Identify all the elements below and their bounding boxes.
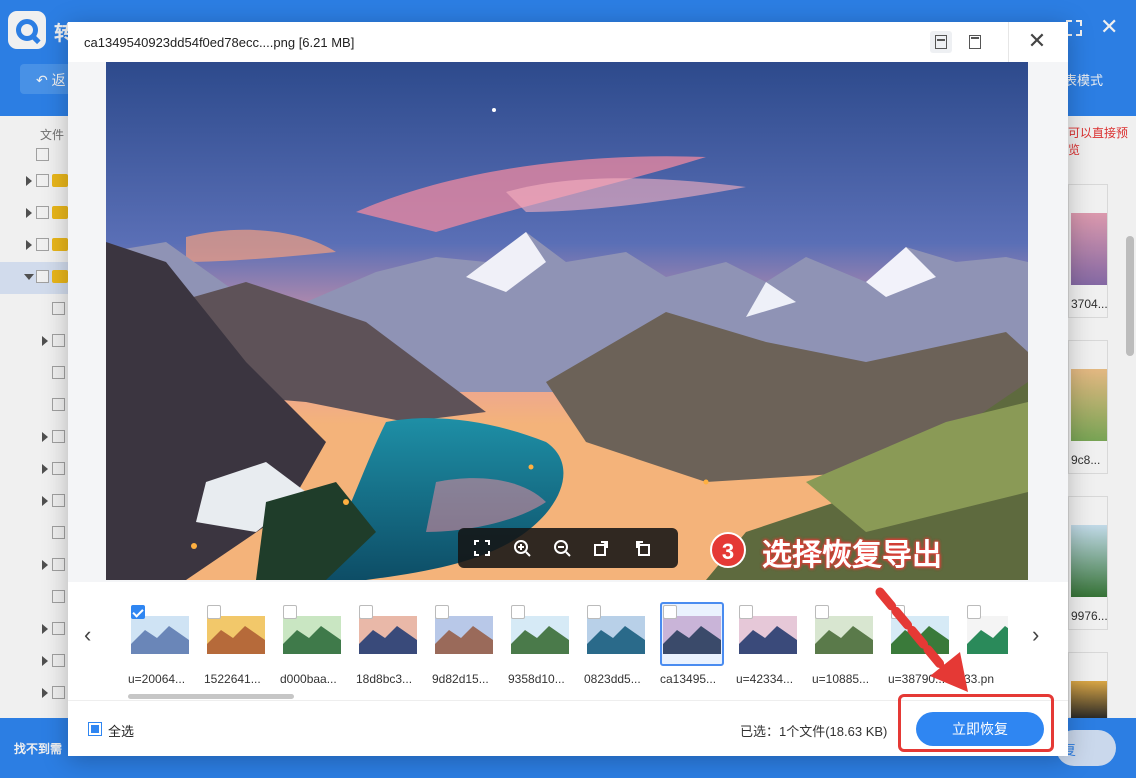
thumbnail-checkbox[interactable] [283, 605, 297, 619]
next-icon[interactable]: › [1032, 622, 1039, 648]
file-info-icon[interactable] [930, 31, 952, 53]
thumbnail-item[interactable]: 33.pn [964, 602, 1008, 686]
step-badge: 3 [710, 532, 746, 568]
step-instruction: 选择恢复导出 [762, 539, 942, 572]
thumbnail-item[interactable]: 9358d10... [508, 602, 572, 686]
thumbnail-checkbox[interactable] [891, 605, 905, 619]
select-all-checkbox[interactable] [88, 722, 102, 736]
thumbnail-name: u=20064... [128, 672, 186, 686]
thumbnail-name: 18d8bc3... [356, 672, 413, 686]
thumbnail-item[interactable]: 0823dd5... [584, 602, 648, 686]
select-all-label: 全选 [108, 724, 135, 739]
thumbnail-strip: u=20064... 1522641... d000baa... 18d8bc3...… [128, 600, 1008, 686]
thumbnail-item[interactable]: u=42334... [736, 602, 800, 686]
thumbnail-name: u=38790... [888, 672, 946, 686]
previous-icon[interactable]: ‹ [84, 622, 91, 648]
strip-scrollbar[interactable] [128, 694, 294, 699]
thumbnail-checkbox[interactable] [359, 605, 373, 619]
rotate-right-icon[interactable] [590, 536, 614, 560]
divider [1008, 22, 1009, 64]
zoom-out-icon[interactable] [550, 536, 574, 560]
thumbnail-name: 33.pn [964, 672, 995, 686]
thumbnail-checkbox[interactable] [207, 605, 221, 619]
thumbnail-name: ca13495... [660, 672, 717, 686]
thumbnail-name: d000baa... [280, 672, 337, 686]
thumbnail-checkbox[interactable] [511, 605, 525, 619]
preview-image [106, 62, 1028, 580]
thumbnail-item[interactable]: 18d8bc3... [356, 602, 420, 686]
thumbnail-name: 0823dd5... [584, 672, 641, 686]
thumbnail-item[interactable]: ca13495... [660, 602, 724, 686]
zoom-toolbar [458, 528, 678, 568]
thumbnail-checkbox[interactable] [815, 605, 829, 619]
thumbnail-name: 9358d10... [508, 672, 565, 686]
thumbnail-checkbox[interactable] [131, 605, 145, 619]
close-button[interactable]: ✕ [1024, 28, 1050, 54]
rotate-left-icon[interactable] [630, 536, 654, 560]
thumbnail-item[interactable]: u=38790... [888, 602, 952, 686]
thumbnail-checkbox[interactable] [587, 605, 601, 619]
dialog-title: ca1349540923dd54f0ed78ecc....png [6.21 M… [84, 35, 355, 50]
thumbnail-item[interactable]: 9d82d15... [432, 602, 496, 686]
preview-area: 3 选择恢复导出 [68, 62, 1068, 582]
thumbnail-name: u=42334... [736, 672, 794, 686]
thumbnail-checkbox[interactable] [435, 605, 449, 619]
landscape-photo [106, 62, 1028, 580]
preview-dialog: ca1349540923dd54f0ed78ecc....png [6.21 M… [68, 22, 1068, 756]
recover-now-button[interactable]: 立即恢复 [916, 712, 1044, 746]
thumbnail-item[interactable]: u=20064... [128, 602, 192, 686]
thumbnail-item[interactable]: 1522641... [204, 602, 268, 686]
thumbnail-checkbox[interactable] [663, 605, 677, 619]
zoom-in-icon[interactable] [510, 536, 534, 560]
selected-info: 已选：1个文件(18.63 KB) [740, 724, 888, 739]
save-icon[interactable] [964, 31, 986, 53]
fullscreen-icon[interactable] [470, 536, 494, 560]
thumbnail-name: 1522641... [204, 672, 261, 686]
thumbnail-item[interactable]: u=10885... [812, 602, 876, 686]
thumbnail-name: u=10885... [812, 672, 870, 686]
thumbnail-checkbox[interactable] [967, 605, 981, 619]
thumbnail-name: 9d82d15... [432, 672, 489, 686]
thumbnail-checkbox[interactable] [739, 605, 753, 619]
thumbnail-item[interactable]: d000baa... [280, 602, 344, 686]
